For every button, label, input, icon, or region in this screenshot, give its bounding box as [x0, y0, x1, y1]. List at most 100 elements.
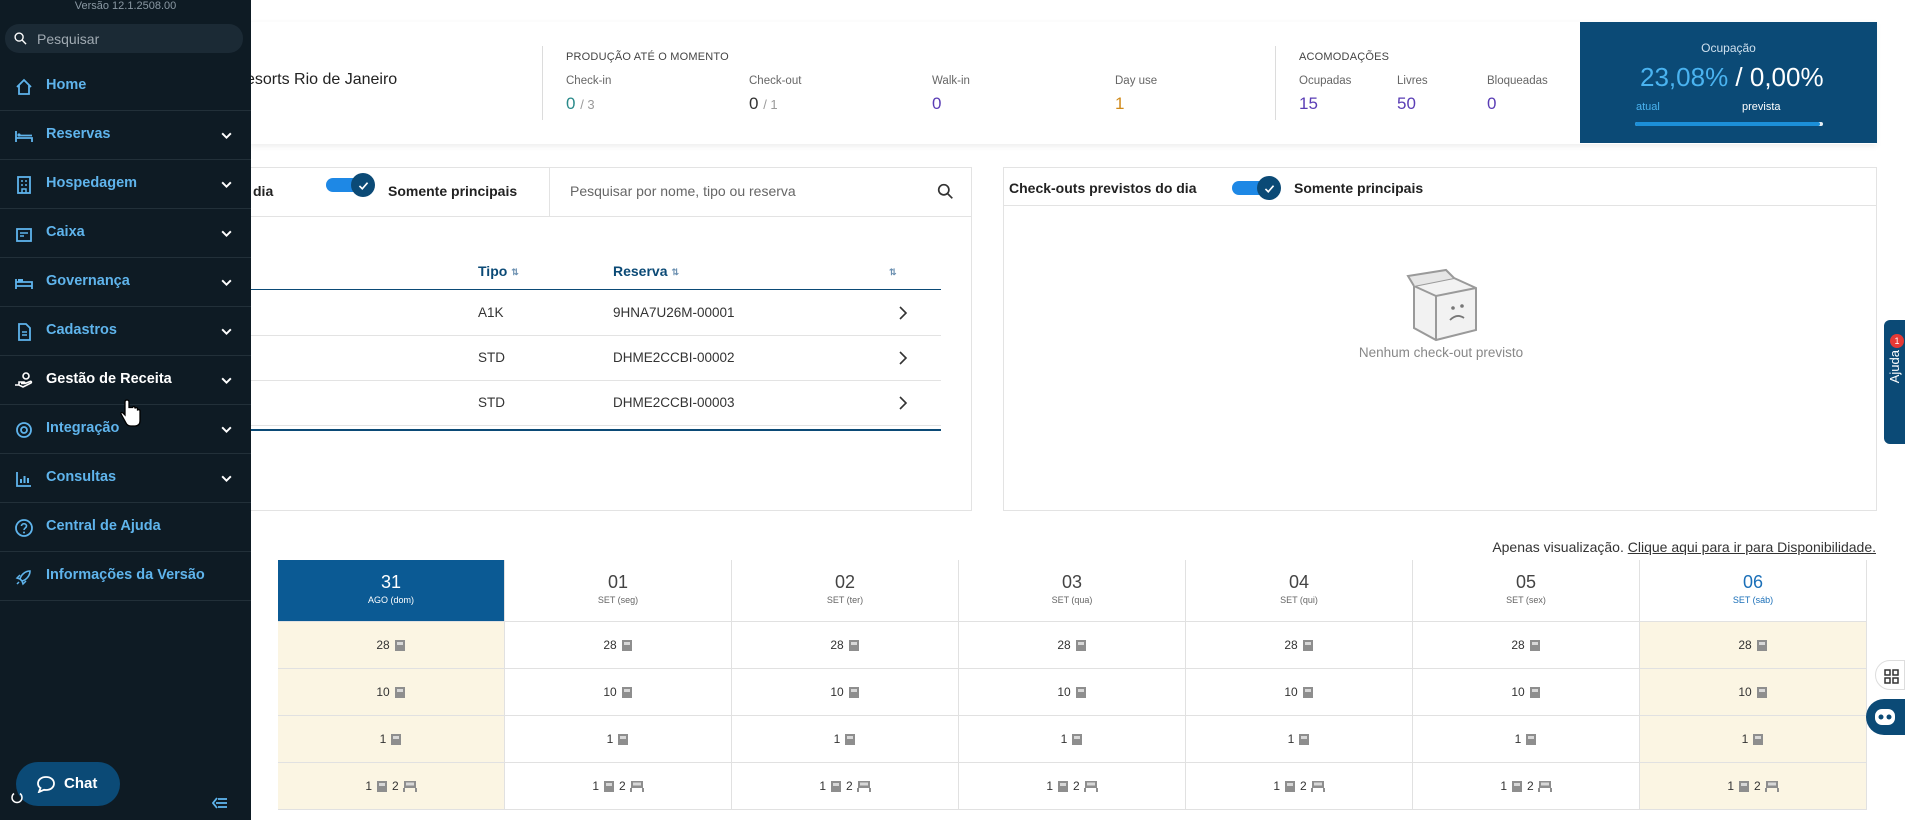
search-icon[interactable]: [937, 183, 954, 200]
sidebar-item-label: Central de Ajuda: [46, 518, 161, 534]
calendar-cell: 10: [959, 669, 1186, 716]
bunk-room-icon: [1537, 780, 1552, 792]
availability-count: 1: [833, 732, 841, 746]
walkin-label: Walk-in: [932, 75, 970, 87]
bunk-room-icon: [1310, 780, 1325, 792]
housekeeping-bed-icon: [15, 279, 33, 289]
room-icon: [1075, 639, 1086, 651]
help-tab[interactable]: 1 Ajuda: [1884, 320, 1905, 444]
table-row[interactable]: A1K 9HNA7U26M-00001: [251, 291, 941, 336]
day-number: 31: [380, 572, 402, 592]
day-label: AGO (dom): [367, 595, 414, 605]
sidebar-item-home[interactable]: Home: [0, 62, 251, 111]
checkouts-panel: Check-outs previstos do dia Somente prin…: [1003, 167, 1877, 511]
sidebar-item-cadastros[interactable]: Cadastros: [0, 307, 251, 356]
power-icon[interactable]: [10, 790, 24, 804]
table-row[interactable]: STD DHME2CCBI-00002: [251, 336, 941, 381]
notification-badge: 1: [1890, 334, 1904, 348]
room-icon: [1756, 686, 1767, 698]
calendar-cell: 1: [1640, 716, 1867, 763]
availability-count-secondary: 2: [1527, 779, 1534, 793]
calendar-cell: 12: [1186, 763, 1413, 810]
checkins-search-input[interactable]: [550, 168, 930, 214]
sidebar-item-consultas[interactable]: Consultas: [0, 454, 251, 503]
day-label: SET (ter): [826, 595, 864, 605]
main-content: s esorts Rio de Janeiro PRODUÇÃO ATÉ O M…: [0, 0, 1905, 820]
sort-icon: ⇅: [889, 266, 897, 277]
calendar-day-header: 01 SET (seg): [505, 560, 732, 622]
checkin-value: 0 / 3: [566, 94, 595, 113]
checkins-main-toggle[interactable]: [326, 173, 376, 197]
col-sort-extra[interactable]: ⇅: [885, 263, 897, 279]
cell-reserva: DHME2CCBI-00002: [613, 350, 735, 365]
sidebar-item-governanca[interactable]: Governança: [0, 258, 251, 307]
sort-icon: ⇅: [511, 266, 519, 277]
hotel-name: esorts Rio de Janeiro: [246, 71, 398, 88]
chevron-right-icon[interactable]: [895, 350, 911, 366]
room-icon: [394, 686, 405, 698]
availability-count: 1: [592, 779, 599, 793]
apps-grid-button[interactable]: [1875, 660, 1905, 690]
blocked-value: 0: [1487, 94, 1497, 113]
calendar-day-header: 04 SET (qui): [1186, 560, 1413, 622]
room-icon: [1739, 780, 1749, 792]
calendar-cell: 1: [959, 716, 1186, 763]
calendar-cell: 12: [959, 763, 1186, 810]
cell-tipo: STD: [478, 395, 505, 410]
sidebar-search-input[interactable]: [37, 24, 237, 53]
availability-count: 28: [376, 638, 390, 652]
sidebar-item-label: Consultas: [46, 469, 117, 485]
availability-count: 28: [830, 638, 844, 652]
availability-count: 10: [1057, 685, 1071, 699]
sidebar-item-hospedagem[interactable]: Hospedagem: [0, 160, 251, 209]
calendar-cell: 10: [278, 669, 505, 716]
room-icon: [831, 780, 841, 792]
calendar-cell: 12: [1640, 763, 1867, 810]
col-reserva[interactable]: Reserva ⇅: [613, 263, 679, 279]
calendar-cell: 1: [278, 716, 505, 763]
calendar-cell: 1: [1413, 716, 1640, 763]
rocket-icon: [15, 570, 31, 586]
checkout-label: Check-out: [749, 75, 802, 87]
sort-icon: ⇅: [671, 266, 680, 277]
checkins-search: [549, 168, 972, 216]
bed-icon: [15, 131, 33, 142]
availability-count-secondary: 2: [1073, 779, 1080, 793]
availability-count: 10: [1511, 685, 1525, 699]
revenue-hand-icon: [15, 372, 33, 388]
room-icon: [618, 733, 629, 745]
blocked-label: Bloqueadas: [1487, 75, 1548, 87]
chevron-right-icon[interactable]: [895, 305, 911, 321]
sidebar-item-label: Home: [46, 77, 87, 93]
assistant-bot-button[interactable]: [1866, 699, 1905, 735]
grid-icon: [1884, 669, 1899, 684]
day-number: 06: [1742, 572, 1764, 592]
room-icon: [1072, 733, 1083, 745]
sidebar-item-central-de-ajuda[interactable]: Central de Ajuda: [0, 503, 251, 552]
help-tab-label: Ajuda: [1887, 350, 1902, 384]
search-icon: [14, 32, 27, 45]
empty-state-text: Nenhum check-out previsto: [1358, 345, 1524, 360]
bunk-room-icon: [1764, 780, 1779, 792]
room-icon: [1058, 780, 1068, 792]
chat-button[interactable]: Chat: [16, 762, 120, 806]
chevron-right-icon[interactable]: [895, 395, 911, 411]
collapse-sidebar-icon[interactable]: [212, 796, 228, 810]
calendar-day-header: 06 SET (sáb): [1640, 560, 1867, 622]
sidebar-item-caixa[interactable]: Caixa: [0, 209, 251, 258]
check-icon: [1264, 184, 1274, 193]
divider: [1275, 46, 1276, 120]
room-icon: [394, 639, 405, 651]
sidebar-item-informacoes-da-versao[interactable]: Informações da Versão: [0, 552, 251, 601]
availability-link[interactable]: Clique aqui para ir para Disponibilidade…: [1628, 539, 1876, 555]
occupancy-progress-bar: [1635, 122, 1823, 126]
sidebar-item-label: Integração: [46, 420, 120, 436]
checkouts-main-toggle[interactable]: [1232, 176, 1282, 200]
chat-bubble-icon: [37, 776, 55, 793]
bunk-room-icon: [629, 780, 644, 792]
day-number: 04: [1288, 572, 1310, 592]
col-tipo[interactable]: Tipo ⇅: [478, 263, 519, 279]
sidebar-item-reservas[interactable]: Reservas: [0, 111, 251, 160]
cell-tipo: STD: [478, 350, 505, 365]
table-row[interactable]: STD DHME2CCBI-00003: [251, 381, 941, 426]
